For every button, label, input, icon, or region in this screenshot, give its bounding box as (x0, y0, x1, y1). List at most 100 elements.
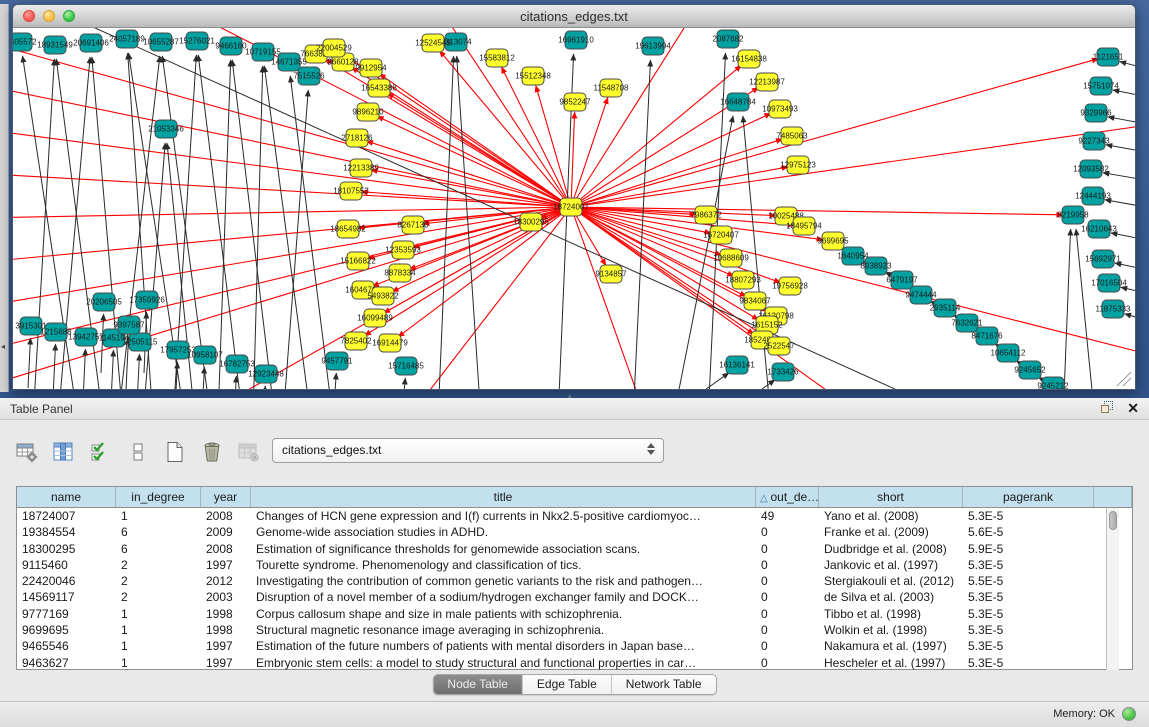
table-cell[interactable]: 5.3E-5 (963, 622, 1094, 638)
network-node[interactable]: 12093582 (1073, 160, 1109, 178)
column-header-pagerank[interactable]: pagerank (963, 487, 1094, 507)
table-cell[interactable]: de Silva et al. (2003) (819, 589, 963, 605)
table-cell[interactable]: 14569117 (17, 589, 116, 605)
network-edge[interactable] (137, 354, 140, 390)
network-node[interactable]: 17016504 (1091, 274, 1127, 292)
network-node[interactable]: 2522547 (763, 337, 795, 355)
collapse-arrow-icon[interactable]: ◂ (1, 342, 5, 351)
table-cell[interactable]: 1997 (201, 557, 251, 573)
network-node[interactable]: 16914479 (372, 334, 408, 352)
table-cell[interactable]: Nakamura et al. (1997) (819, 638, 963, 654)
table-cell[interactable]: Tibbo et al. (1998) (819, 606, 963, 622)
network-node[interactable]: 12975123 (780, 156, 816, 174)
network-node[interactable]: 12213389 (343, 159, 379, 177)
network-edge[interactable] (1103, 173, 1135, 183)
tab-network-table[interactable]: Network Table (612, 675, 716, 694)
network-edge[interactable] (663, 373, 729, 390)
network-edge[interactable] (1106, 145, 1135, 155)
network-node[interactable]: 9896210 (352, 103, 384, 121)
network-node[interactable]: 20206505 (86, 293, 122, 311)
table-cell[interactable]: 2008 (201, 541, 251, 557)
network-edge[interactable] (719, 380, 775, 390)
table-cell[interactable]: 1997 (201, 655, 251, 671)
network-node[interactable]: 16136141 (719, 356, 755, 374)
table-cell[interactable]: 5.3E-5 (963, 606, 1094, 622)
network-node[interactable]: 7825402 (340, 332, 372, 350)
table-cell[interactable]: 1 (116, 606, 201, 622)
network-node[interactable]: 1733426 (767, 363, 799, 381)
network-node[interactable]: 12444193 (1075, 187, 1111, 205)
table-cell[interactable]: 5.5E-5 (963, 573, 1094, 589)
delete-table-icon[interactable] (199, 439, 225, 465)
table-cell[interactable]: 0 (756, 655, 819, 671)
network-node[interactable]: 9834067 (739, 292, 771, 310)
network-edge[interactable] (438, 56, 454, 390)
network-node[interactable]: 15166822 (340, 252, 376, 270)
table-cell[interactable]: 19384554 (17, 524, 116, 540)
network-edge[interactable] (333, 373, 336, 390)
table-cell[interactable]: 5.9E-5 (963, 541, 1094, 557)
network-node[interactable]: 9466160 (215, 37, 247, 55)
network-node[interactable]: 19756928 (772, 277, 808, 295)
network-node[interactable]: 18107553 (333, 182, 369, 200)
network-node[interactable]: 9134857 (595, 265, 627, 283)
table-cell[interactable]: 1998 (201, 606, 251, 622)
table-cell[interactable]: 0 (756, 622, 819, 638)
network-node[interactable]: 10688609 (713, 249, 749, 267)
network-node[interactable]: 2935114 (930, 299, 961, 317)
select-all-rows-icon[interactable] (88, 439, 114, 465)
close-panel-icon[interactable]: ✕ (1127, 401, 1139, 415)
table-row[interactable]: 1872400712008Changes of HCN gene express… (17, 508, 1132, 524)
network-edge[interactable] (571, 97, 608, 207)
network-edge[interactable] (571, 167, 788, 207)
citation-network-graph[interactable]: 2405572189315492069140624057189106552871… (13, 28, 1135, 390)
table-cell[interactable]: 6 (116, 541, 201, 557)
table-cell[interactable]: 5.3E-5 (963, 655, 1094, 671)
network-node[interactable]: 16210643 (1081, 220, 1117, 238)
table-cell[interactable]: 9463627 (17, 655, 116, 671)
table-row[interactable]: 1456911722003Disruption of a novel membe… (17, 589, 1132, 605)
table-cell[interactable]: 5.3E-5 (963, 557, 1094, 573)
network-edge[interactable] (232, 60, 275, 390)
column-header-short[interactable]: short (819, 487, 963, 507)
table-cell[interactable]: 5.3E-5 (963, 638, 1094, 654)
table-cell[interactable]: Changes of HCN gene expression and I(f) … (251, 508, 756, 524)
table-cell[interactable]: Wolkin et al. (1998) (819, 622, 963, 638)
network-edge[interactable] (377, 116, 571, 207)
network-canvas[interactable]: 2405572189315492069140624057189106552871… (13, 28, 1135, 390)
network-node[interactable]: 18931549 (37, 36, 73, 54)
network-edge[interactable] (53, 344, 56, 390)
network-node[interactable]: 16961910 (558, 31, 594, 49)
network-edge[interactable] (1121, 287, 1135, 297)
table-cell[interactable]: 1 (116, 622, 201, 638)
table-cell[interactable]: 2 (116, 573, 201, 589)
table-row[interactable]: 977716911998Corpus callosum shape and si… (17, 606, 1132, 622)
new-table-icon[interactable] (162, 439, 188, 465)
network-edge[interactable] (1120, 62, 1135, 73)
network-node[interactable]: 16543388 (361, 79, 397, 97)
network-node[interactable]: 16099489 (357, 309, 393, 327)
table-cell[interactable]: 1 (116, 508, 201, 524)
table-cell[interactable]: Corpus callosum shape and size in male p… (251, 606, 756, 622)
network-node[interactable]: 18654982 (330, 220, 366, 238)
network-node[interactable]: 8471676 (971, 327, 1003, 345)
column-header-year[interactable]: year (201, 487, 251, 507)
network-edge[interactable] (263, 386, 265, 390)
network-edge[interactable] (83, 349, 86, 390)
scrollbar-thumb[interactable] (1109, 511, 1117, 530)
table-cell[interactable]: Estimation of significance thresholds fo… (251, 541, 756, 557)
network-node[interactable]: 12353593 (385, 241, 421, 259)
network-edge[interactable] (1113, 90, 1135, 100)
network-node[interactable]: 17359926 (129, 291, 165, 309)
network-node[interactable]: 9245652 (1014, 361, 1046, 379)
left-collapse-gutter[interactable]: ◂ (0, 4, 9, 392)
table-cell[interactable]: 1 (116, 638, 201, 654)
network-edge[interactable] (1063, 229, 1071, 390)
table-row[interactable]: 1938455462009Genome-wide association stu… (17, 524, 1132, 540)
memory-status-indicator[interactable] (1122, 707, 1136, 721)
network-edge[interactable] (73, 28, 939, 390)
network-edge[interactable] (1108, 117, 1135, 127)
network-node[interactable]: 2718126 (341, 129, 373, 147)
network-node[interactable]: 2405572 (13, 33, 37, 51)
network-node[interactable]: 2087682 (712, 30, 744, 48)
